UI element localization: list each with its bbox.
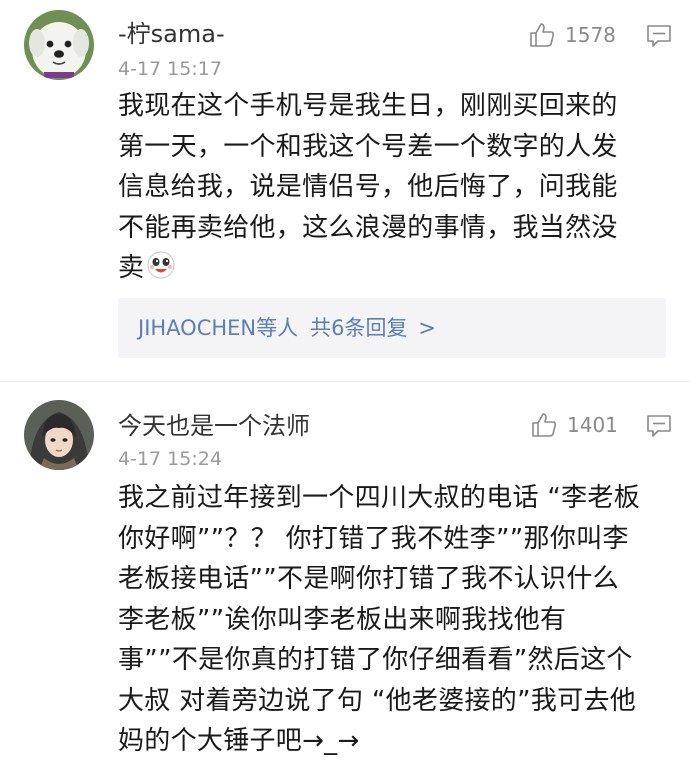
replies-summary[interactable]: JIHAOCHEN等人 共6条回复 > [118,298,666,358]
comment-line: 事””不是你真的打错了你仔细看看”然后这个 [118,645,633,675]
like-count: 1578 [565,23,616,47]
like-count: 1401 [567,413,618,437]
comment-line: 你好啊””？？ 你打错了我不姓李””那你叫李 [118,523,629,554]
timestamp: 4-17 15:24 [118,448,222,470]
comment-body: 我之前过年接到一个四川大叔的电话 “李老板 你好啊””？？ 你打错了我不姓李””… [118,478,686,762]
comment-line-last: 卖 [118,248,683,289]
comment-line: 大叔 对着旁边说了句 “他老婆接的”我可去他 [118,685,637,716]
comment-item: 今天也是一个法师 4-17 15:24 1401 我之前过年接到一个四川大叔的电… [0,382,690,756]
comment-line: 不能再卖给他，这么浪漫的事情，我当然没 [118,212,618,243]
thumbs-up-icon [530,23,555,47]
anime-girl-avatar-icon [24,400,94,470]
dog-avatar-icon [24,10,94,80]
timestamp: 4-17 15:17 [118,58,222,80]
comment-line: 我之前过年接到一个四川大叔的电话 “李老板 [118,483,641,513]
comment-line: 妈的个大锤子吧→_→ [118,726,360,756]
comment-item: -柠sama- 4-17 15:17 1578 我现在这个手机号是我生日，刚刚买… [0,0,690,381]
comment-line: 信息给我，说是情侣号，他后悔了，问我能 [118,172,618,202]
avatar[interactable] [24,10,94,80]
comment-line: 我现在这个手机号是我生日，刚刚买回来的 [118,91,618,121]
reply-comment-icon[interactable] [646,24,672,48]
comment-line: 李老板””诶你叫李老板出来啊我找他有 [118,604,567,635]
chevron-right-icon: > [418,316,436,340]
like-button[interactable]: 1401 [530,410,618,440]
replies-who: JIHAOCHEN等人 [138,316,299,340]
reply-comment-icon[interactable] [646,414,672,438]
username[interactable]: 今天也是一个法师 [118,412,310,440]
comment-body: 我现在这个手机号是我生日，刚刚买回来的 第一天，一个和我这个号差一个数字的人发 … [118,86,683,289]
username[interactable]: -柠sama- [118,20,225,48]
laughing-emoji-icon [147,251,175,279]
comment-line: 第一天，一个和我这个号差一个数字的人发 [118,131,618,162]
thumbs-up-icon [532,413,557,437]
avatar[interactable] [24,400,94,470]
like-button[interactable]: 1578 [528,20,616,50]
replies-link[interactable]: JIHAOCHEN等人 共6条回复 > [138,314,436,342]
comment-line: 卖 [118,253,145,283]
comment-line: 老板接电话””不是啊你打错了我不认识什么 [118,564,619,594]
replies-count: 共6条回复 [310,316,408,340]
